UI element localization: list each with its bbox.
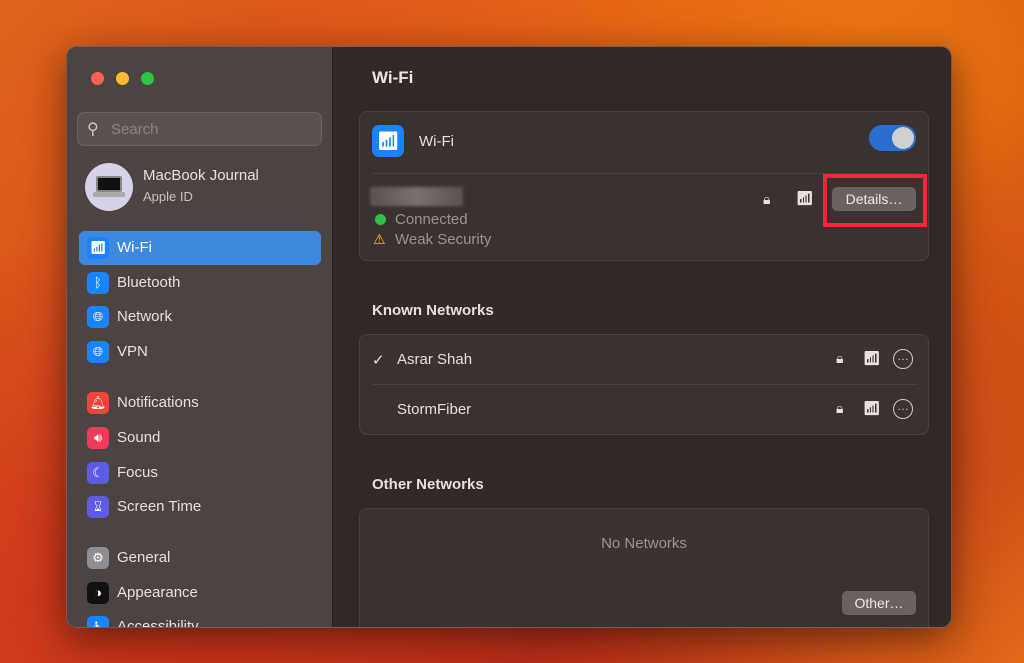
sidebar-item-wi-fi[interactable]: 📶︎ Wi-Fi bbox=[79, 231, 321, 265]
sidebar: ⚲ Search MacBook Journal Apple ID 📶︎ Wi-… bbox=[67, 47, 333, 627]
known-networks-heading: Known Networks bbox=[372, 302, 494, 319]
sidebar-item-notifications[interactable]: 🔔︎ Notifications bbox=[79, 386, 321, 420]
sidebar-item-accessibility[interactable]: ♿︎ Accessibility bbox=[79, 610, 321, 628]
system-settings-window: ⚲ Search MacBook Journal Apple ID 📶︎ Wi-… bbox=[66, 46, 952, 628]
lock-icon: 🔒︎ bbox=[836, 350, 844, 366]
hourglass-icon: ⌛︎ bbox=[87, 496, 109, 518]
sidebar-item-label: Appearance bbox=[117, 584, 198, 601]
sidebar-item-network[interactable]: 🌐︎ Network bbox=[79, 300, 321, 334]
warning-icon: ⚠ bbox=[373, 231, 386, 247]
minimize-button[interactable] bbox=[116, 72, 129, 85]
speaker-icon: 🔊︎ bbox=[87, 427, 109, 449]
close-button[interactable] bbox=[91, 72, 104, 85]
accessibility-icon: ♿︎ bbox=[87, 616, 109, 627]
sidebar-item-label: Bluetooth bbox=[117, 274, 181, 291]
more-options-icon[interactable]: … bbox=[893, 399, 913, 419]
sidebar-item-label: Accessibility bbox=[117, 618, 199, 628]
security-warning: Weak Security bbox=[395, 231, 492, 248]
more-options-icon[interactable]: … bbox=[893, 349, 913, 369]
details-button[interactable]: Details… bbox=[832, 187, 916, 211]
gear-icon: ⚙ bbox=[87, 547, 109, 569]
sidebar-item-bluetooth[interactable]: ᛒ Bluetooth bbox=[79, 266, 321, 300]
account-subtitle: Apple ID bbox=[143, 189, 193, 204]
moon-icon: ☾ bbox=[87, 462, 109, 484]
sidebar-item-label: Network bbox=[117, 308, 173, 325]
connection-status: Connected bbox=[395, 211, 468, 228]
sidebar-item-label: Notifications bbox=[117, 394, 199, 411]
wifi-card: 📶︎ Wi-Fi Connected ⚠ Weak Security 🔒︎ 📶︎… bbox=[359, 111, 929, 261]
sidebar-item-label: General bbox=[117, 549, 171, 566]
checkmark-icon: ✓ bbox=[372, 352, 385, 369]
page-title: Wi-Fi bbox=[372, 68, 414, 87]
sidebar-item-label: Wi-Fi bbox=[117, 239, 152, 256]
known-networks-list: ✓ Asrar Shah 🔒︎ 📶︎ … StormFiber 🔒︎ 📶︎ … bbox=[359, 334, 929, 435]
sidebar-item-vpn[interactable]: 🌐︎ VPN bbox=[79, 335, 321, 369]
wifi-toggle[interactable] bbox=[869, 125, 916, 151]
connected-dot-icon bbox=[375, 214, 386, 225]
zoom-button[interactable] bbox=[141, 72, 154, 85]
search-input[interactable]: ⚲ Search bbox=[77, 112, 322, 146]
known-network-row[interactable]: ✓ Asrar Shah 🔒︎ 📶︎ … bbox=[360, 335, 928, 385]
wifi-signal-icon: 📶︎ bbox=[863, 350, 881, 366]
account-name[interactable]: MacBook Journal bbox=[143, 167, 259, 184]
bell-icon: 🔔︎ bbox=[87, 392, 109, 414]
avatar[interactable] bbox=[85, 163, 133, 211]
search-icon: ⚲ bbox=[87, 121, 99, 138]
appearance-icon: ◑ bbox=[87, 582, 109, 604]
wifi-label: Wi-Fi bbox=[419, 133, 454, 150]
other-networks-heading: Other Networks bbox=[372, 476, 484, 493]
wifi-icon: 📶︎ bbox=[372, 125, 404, 157]
wifi-icon: 📶︎ bbox=[87, 237, 109, 259]
sidebar-item-label: Sound bbox=[117, 429, 161, 446]
vpn-globe-icon: 🌐︎ bbox=[87, 341, 109, 363]
sidebar-item-focus[interactable]: ☾ Focus bbox=[79, 456, 321, 490]
network-name: Asrar Shah bbox=[397, 351, 473, 368]
wifi-signal-icon: 📶︎ bbox=[863, 400, 881, 416]
sidebar-item-label: Focus bbox=[117, 464, 158, 481]
lock-icon: 🔒︎ bbox=[836, 400, 844, 416]
bluetooth-icon: ᛒ bbox=[87, 272, 109, 294]
sidebar-item-label: Screen Time bbox=[117, 498, 202, 515]
sidebar-item-label: VPN bbox=[117, 343, 148, 360]
wifi-signal-icon: 📶︎ bbox=[796, 190, 814, 206]
sidebar-item-screen-time[interactable]: ⌛︎ Screen Time bbox=[79, 490, 321, 524]
divider bbox=[372, 384, 918, 385]
sidebar-item-sound[interactable]: 🔊︎ Sound bbox=[79, 421, 321, 455]
sidebar-item-general[interactable]: ⚙ General bbox=[79, 541, 321, 575]
globe-icon: 🌐︎ bbox=[87, 306, 109, 328]
network-name: StormFiber bbox=[397, 401, 472, 418]
no-networks-text: No Networks bbox=[601, 535, 687, 552]
other-network-button[interactable]: Other… bbox=[842, 591, 916, 615]
search-placeholder: Search bbox=[111, 121, 159, 138]
known-network-row[interactable]: StormFiber 🔒︎ 📶︎ … bbox=[360, 385, 928, 435]
sidebar-item-appearance[interactable]: ◑ Appearance bbox=[79, 576, 321, 610]
other-networks-list: No Networks Other… bbox=[359, 508, 929, 627]
lock-icon: 🔒︎ bbox=[763, 191, 771, 207]
network-name-blurred bbox=[370, 187, 463, 206]
